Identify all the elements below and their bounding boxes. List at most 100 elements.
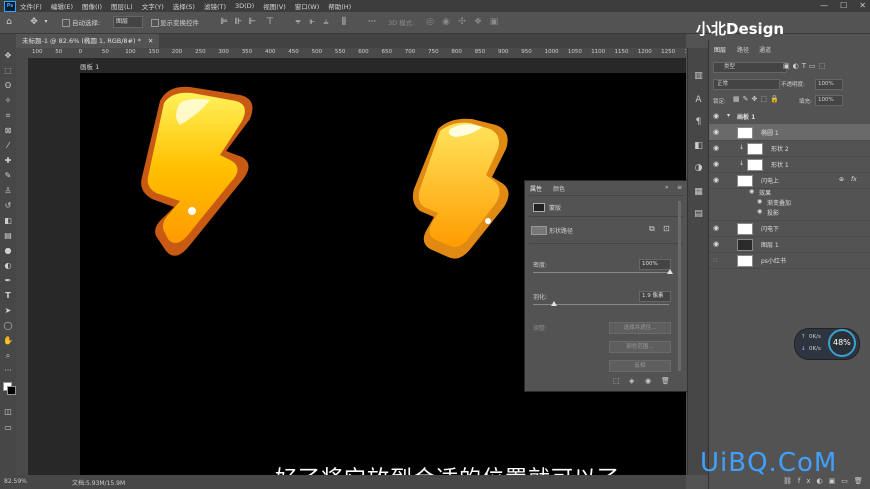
- layer-row-ps-xiaohongshu[interactable]: ▫ ps小红书: [709, 252, 870, 269]
- feather-slider-thumb[interactable]: [551, 301, 557, 306]
- eye-hidden-icon[interactable]: ▫: [713, 256, 718, 264]
- apply-mask-icon[interactable]: ◈: [629, 377, 634, 385]
- eye-icon[interactable]: ◉: [713, 128, 719, 136]
- close-tab-icon[interactable]: ✕: [148, 37, 153, 45]
- menu-file[interactable]: 文件(F): [20, 1, 42, 11]
- feather-input[interactable]: 1.9 像素: [639, 291, 671, 302]
- layer-row-layer-1[interactable]: ◉ 图层 1: [709, 236, 870, 253]
- character-icon[interactable]: A: [692, 94, 705, 107]
- add-pixel-mask-icon[interactable]: ⧉: [649, 224, 655, 234]
- orbit-3d-icon[interactable]: ◎: [424, 16, 436, 28]
- menu-edit[interactable]: 编辑(E): [51, 1, 73, 11]
- collapse-panel-icon[interactable]: »: [665, 184, 669, 191]
- type-tool-icon[interactable]: T: [2, 290, 14, 302]
- marquee-tool-icon[interactable]: ⬚: [2, 65, 14, 77]
- eye-icon[interactable]: ◉: [713, 224, 719, 232]
- eye-icon[interactable]: ◉: [713, 176, 719, 184]
- frame-tool-icon[interactable]: ⊠: [2, 125, 14, 137]
- select-and-mask-button[interactable]: 选择并遮住...: [609, 322, 671, 334]
- stamp-tool-icon[interactable]: ♙: [2, 185, 14, 197]
- swatches-icon[interactable]: ▥: [692, 70, 705, 83]
- density-slider-thumb[interactable]: [667, 269, 673, 274]
- color-range-button[interactable]: 颜色范围...: [609, 341, 671, 353]
- styles-icon[interactable]: ▦: [692, 186, 705, 199]
- delete-mask-icon[interactable]: 🗑: [661, 377, 670, 385]
- blend-mode-dropdown[interactable]: 正常: [713, 79, 780, 90]
- eraser-tool-icon[interactable]: ◧: [2, 215, 14, 227]
- menu-layer[interactable]: 图层(L): [111, 1, 133, 11]
- layer-filter-dropdown[interactable]: 类型: [713, 62, 787, 73]
- eye-icon[interactable]: ◉: [713, 160, 719, 168]
- layer-row-shape-1[interactable]: ◉ ↓ 形状 1: [709, 156, 870, 173]
- more-tools-icon[interactable]: ···: [2, 365, 14, 377]
- layer-row-bolt-top[interactable]: ◉ 闪电上 ⊕ fx: [709, 172, 870, 189]
- align-top-icon[interactable]: ⊤: [264, 16, 276, 28]
- tab-paths[interactable]: 路径: [737, 45, 749, 54]
- eye-icon[interactable]: ◉: [713, 112, 719, 120]
- layer-footer-icons[interactable]: ⛓fx◐▣▭🗑: [783, 477, 869, 485]
- close-icon[interactable]: ✕: [859, 1, 866, 10]
- tab-layers[interactable]: 图层: [714, 45, 726, 54]
- home-icon[interactable]: ⌂: [3, 16, 15, 28]
- slide-3d-icon[interactable]: ❖: [472, 16, 484, 28]
- background-color-swatch[interactable]: [7, 386, 16, 395]
- properties-scrollbar[interactable]: [678, 201, 681, 371]
- document-tab[interactable]: 未标题-1 @ 82.6% (椭圆 1, RGB/8#) * ✕: [16, 34, 160, 48]
- crop-tool-icon[interactable]: ⌗: [2, 110, 14, 122]
- lock-icons[interactable]: ▦✎✥⬚🔒: [733, 95, 782, 103]
- libraries-icon[interactable]: ◧: [692, 140, 705, 153]
- magic-wand-icon[interactable]: ✧: [2, 95, 14, 107]
- eye-icon[interactable]: ◉: [749, 188, 754, 195]
- panel-menu-icon[interactable]: ≡: [677, 184, 682, 191]
- zoom-tool-icon[interactable]: ⌕: [2, 350, 14, 362]
- align-right-icon[interactable]: ⊩: [246, 16, 258, 28]
- lightning-bolt-right[interactable]: [412, 118, 509, 259]
- distribute-horizontal-icon[interactable]: ⫼: [338, 16, 350, 28]
- layer-effect-gradient-overlay[interactable]: ◉ 渐变叠加: [709, 198, 870, 208]
- auto-select-dropdown[interactable]: 图层: [113, 16, 143, 28]
- eye-icon[interactable]: ◉: [713, 240, 719, 248]
- dodge-tool-icon[interactable]: ◐: [2, 260, 14, 272]
- path-select-icon[interactable]: ➤: [2, 305, 14, 317]
- layer-effects-row[interactable]: ◉ 效果: [709, 188, 870, 198]
- maximize-icon[interactable]: ☐: [840, 1, 847, 10]
- quick-mask-icon[interactable]: ◫: [2, 406, 14, 418]
- lightning-bolt-left[interactable]: [141, 86, 253, 256]
- artboard-label[interactable]: 画板 1: [80, 61, 99, 71]
- chevron-down-icon[interactable]: ▾: [40, 16, 52, 28]
- tab-properties[interactable]: 属性: [530, 184, 542, 193]
- properties-dock-icon[interactable]: ▤: [692, 208, 705, 221]
- align-center-icon[interactable]: ⊪: [232, 16, 244, 28]
- auto-select-checkbox[interactable]: [62, 19, 70, 27]
- scale-3d-icon[interactable]: ▣: [488, 16, 500, 28]
- menu-help[interactable]: 帮助(H): [328, 1, 351, 11]
- eye-icon[interactable]: ◉: [757, 198, 762, 205]
- adjustments-icon[interactable]: ◑: [692, 162, 705, 175]
- load-selection-icon[interactable]: ⬚: [613, 377, 620, 385]
- eye-icon[interactable]: ◉: [757, 208, 762, 215]
- paragraph-icon[interactable]: ¶: [692, 116, 705, 129]
- invert-button[interactable]: 反相: [609, 360, 671, 372]
- layer-row-artboard[interactable]: ◉ ▾ 画板 1: [709, 108, 870, 125]
- fx-icon[interactable]: fx: [851, 176, 857, 183]
- menu-select[interactable]: 选择(S): [173, 1, 195, 11]
- brush-tool-icon[interactable]: ✎: [2, 170, 14, 182]
- zoom-level[interactable]: 82.59%: [4, 478, 27, 485]
- fill-input[interactable]: 100%: [815, 95, 843, 106]
- roll-3d-icon[interactable]: ◉: [440, 16, 452, 28]
- menu-3d[interactable]: 3D(D): [235, 2, 254, 10]
- density-slider[interactable]: [533, 269, 673, 274]
- distribute-bottom-icon[interactable]: ⫨: [320, 16, 332, 28]
- screen-mode-icon[interactable]: ▭: [2, 422, 14, 434]
- layer-row-bolt-bottom[interactable]: ◉ 闪电下: [709, 220, 870, 237]
- distribute-middle-icon[interactable]: ⫦: [306, 16, 318, 28]
- align-left-icon[interactable]: ⊫: [218, 16, 230, 28]
- pen-tool-icon[interactable]: ✒: [2, 275, 14, 287]
- chevron-down-icon[interactable]: ▾: [727, 112, 730, 119]
- move-tool-icon[interactable]: ✥: [28, 16, 40, 28]
- layer-row-ellipse[interactable]: ◉ 椭圆 1: [709, 124, 870, 141]
- ellipse-tool-icon[interactable]: ◯: [2, 320, 14, 332]
- layer-row-shape-2[interactable]: ◉ ↓ 形状 2: [709, 140, 870, 157]
- filter-icons[interactable]: ▣◐T▭⬚: [783, 62, 828, 70]
- toggle-mask-visibility-icon[interactable]: ◉: [645, 377, 651, 385]
